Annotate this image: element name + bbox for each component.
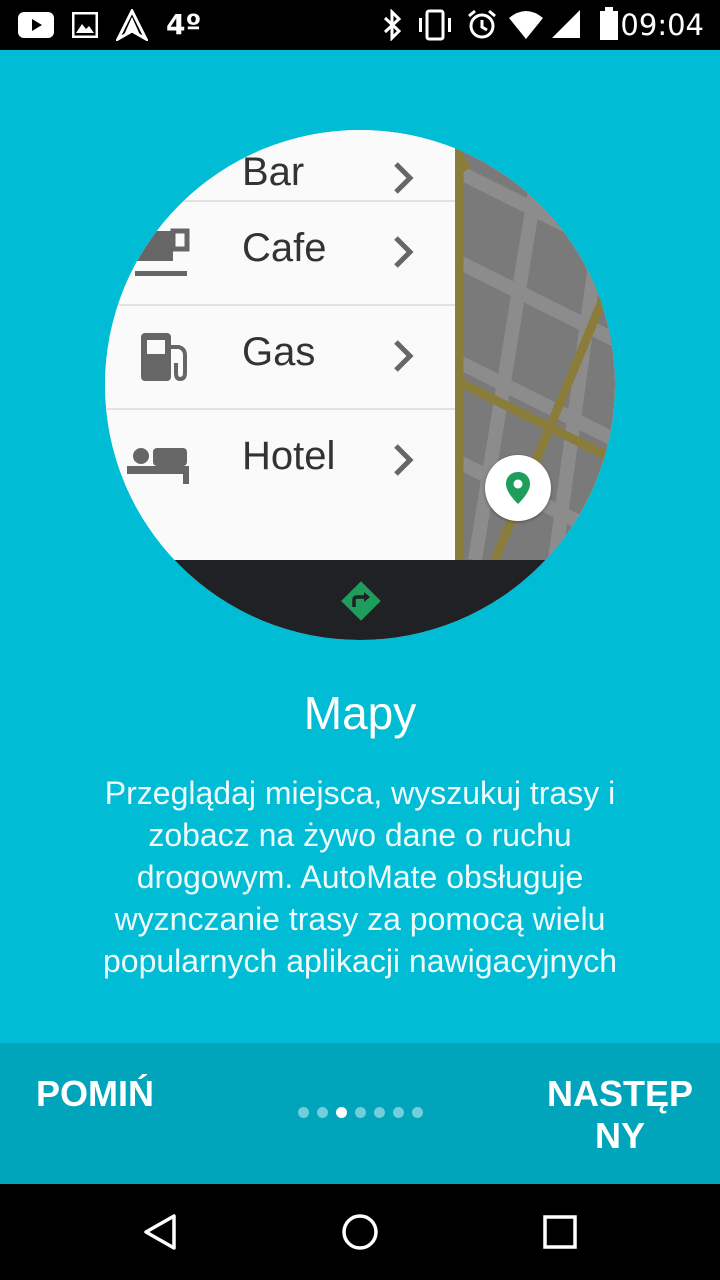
- description-line: wyznczanie trasy za pomocą wielu: [114, 901, 606, 937]
- image-icon: [72, 12, 98, 38]
- directions-icon[interactable]: [339, 579, 383, 623]
- list-item-label: Gas: [242, 330, 316, 374]
- description-line: Przeglądaj miejsca, wyszukuj trasy i: [104, 775, 616, 811]
- next-button-label: NY: [594, 1115, 645, 1156]
- page-dot: [317, 1107, 328, 1118]
- places-list: Bar Cafe Gas Hotel: [105, 130, 455, 560]
- page-dot: [374, 1107, 385, 1118]
- system-navigation-bar: [0, 1184, 720, 1280]
- clock: 09:04: [620, 8, 704, 42]
- description-line: drogowym. AutoMate obsługuje: [136, 859, 584, 895]
- navigation-icon: [116, 9, 148, 41]
- map-pin-button[interactable]: [485, 455, 551, 521]
- list-item-cafe[interactable]: Cafe: [105, 202, 455, 306]
- chevron-right-icon: [394, 162, 414, 194]
- maps-illustration: Bar Cafe Gas Hotel: [105, 130, 615, 640]
- gas-station-icon: [141, 333, 187, 382]
- signal-icon: [552, 10, 580, 38]
- navigation-bar: [105, 560, 615, 640]
- list-item-gas[interactable]: Gas: [105, 306, 455, 410]
- page-dot: [393, 1107, 404, 1118]
- list-item-bar[interactable]: Bar: [105, 130, 455, 202]
- back-icon[interactable]: [140, 1212, 180, 1252]
- map-pin-icon: [506, 472, 530, 504]
- page-dot: [412, 1107, 423, 1118]
- bar-icon: [149, 160, 183, 194]
- list-item-label: Hotel: [242, 434, 336, 478]
- status-bar: 4º 09:04: [0, 0, 720, 50]
- page-dot: [298, 1107, 309, 1118]
- battery-icon: [600, 7, 618, 40]
- home-icon[interactable]: [340, 1212, 380, 1252]
- page-dot-active: [336, 1107, 347, 1118]
- recents-icon[interactable]: [542, 1212, 578, 1252]
- page-dot: [355, 1107, 366, 1118]
- chevron-right-icon: [394, 236, 414, 268]
- hotel-icon: [127, 448, 189, 484]
- temperature: 4º: [166, 8, 202, 41]
- vibrate-icon: [419, 9, 451, 41]
- onboarding-nav-bar: POMIŃ NASTĘP NY: [0, 1043, 720, 1184]
- list-item-label: Bar: [242, 150, 305, 194]
- skip-button[interactable]: POMIŃ: [36, 1073, 154, 1115]
- page-description: Przeglądaj miejsca, wyszukuj trasy i zob…: [50, 772, 670, 982]
- onboarding-page: Bar Cafe Gas Hotel Mapy Przeglądaj miejs…: [0, 50, 720, 1043]
- page-title: Mapy: [303, 687, 417, 739]
- next-button[interactable]: NASTĘP NY: [530, 1073, 710, 1157]
- description-line: zobacz na żywo dane o ruchu: [148, 817, 572, 853]
- wifi-icon: [509, 11, 543, 39]
- list-item-hotel[interactable]: Hotel: [105, 410, 455, 514]
- youtube-icon: [18, 12, 54, 38]
- chevron-right-icon: [394, 444, 414, 476]
- cafe-icon: [135, 228, 190, 276]
- next-button-label: NASTĘP: [546, 1073, 694, 1114]
- description-line: popularnych aplikacji nawigacyjnych: [102, 943, 618, 979]
- list-item-label: Cafe: [242, 226, 327, 270]
- alarm-icon: [468, 9, 496, 39]
- bluetooth-icon: [383, 9, 402, 41]
- chevron-right-icon: [394, 340, 414, 372]
